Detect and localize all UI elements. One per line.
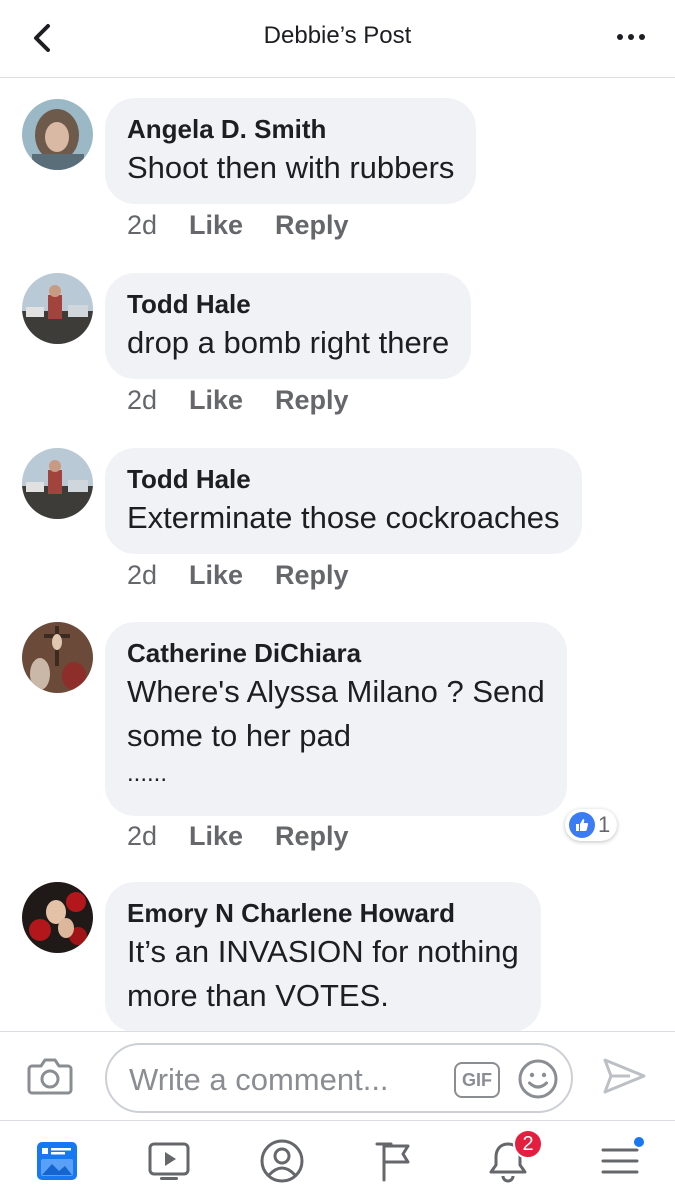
- more-options-button[interactable]: [611, 22, 651, 52]
- reaction-summary[interactable]: 1: [565, 809, 618, 841]
- comment-text-line: Where's Alyssa Milano ? Send: [127, 674, 545, 709]
- comment-time: 2d: [127, 560, 158, 590]
- bottom-tab-bar: 2: [0, 1120, 675, 1200]
- comment-text-line: It’s an INVASION for nothing: [127, 934, 519, 969]
- comment-bubble[interactable]: Todd Hale drop a bomb right there: [105, 273, 472, 379]
- comment-actions: 2d Like Reply: [127, 560, 349, 591]
- reaction-count: 1: [598, 812, 611, 837]
- comment-text-line: some to her pad: [127, 718, 352, 753]
- comment-text: Shoot then with rubbers: [127, 150, 455, 185]
- comment-bubble[interactable]: Emory N Charlene Howard It’s an INVASION…: [105, 882, 541, 1032]
- avatar[interactable]: [22, 273, 93, 344]
- tab-profile[interactable]: [256, 1135, 308, 1187]
- reply-button[interactable]: Reply: [275, 821, 349, 852]
- gif-button[interactable]: GIF: [454, 1062, 500, 1098]
- comment-text: Exterminate those cockroaches: [127, 500, 560, 535]
- comment-input[interactable]: Write a comment... GIF: [105, 1043, 573, 1113]
- comment-bubble[interactable]: Todd Hale Exterminate those cockroaches: [105, 448, 582, 554]
- camera-icon: [27, 1058, 73, 1095]
- tab-watch[interactable]: [143, 1135, 195, 1187]
- avatar[interactable]: [22, 448, 93, 519]
- tab-news-feed[interactable]: [31, 1135, 83, 1187]
- comment-time: 2d: [127, 210, 158, 240]
- avatar[interactable]: [22, 622, 93, 693]
- chevron-left-icon: [34, 24, 50, 52]
- comment-input-placeholder: Write a comment...: [129, 1062, 389, 1097]
- back-button[interactable]: [24, 18, 64, 58]
- comment-bubble[interactable]: Catherine DiChiara Where's Alyssa Milano…: [105, 622, 567, 816]
- comment-composer: Write a comment... GIF: [0, 1031, 675, 1120]
- profile-icon: [260, 1139, 304, 1183]
- comment-author[interactable]: Angela D. Smith: [127, 114, 454, 144]
- send-button[interactable]: [600, 1054, 648, 1098]
- comment-text-line: more than VOTES.: [127, 978, 389, 1013]
- reply-button[interactable]: Reply: [275, 560, 349, 591]
- like-button[interactable]: Like: [189, 210, 275, 241]
- watch-icon: [148, 1142, 190, 1180]
- page-title: Debbie’s Post: [263, 22, 412, 49]
- comment-text: drop a bomb right there: [127, 325, 450, 360]
- reply-button[interactable]: Reply: [275, 210, 349, 241]
- news-feed-icon: [37, 1142, 77, 1180]
- comment-author[interactable]: Catherine DiChiara: [127, 638, 545, 668]
- smiley-icon: [518, 1059, 558, 1099]
- comment-author[interactable]: Emory N Charlene Howard: [127, 898, 519, 928]
- avatar-photo: [22, 622, 93, 693]
- avatar-photo: [22, 882, 93, 953]
- notifications-badge: 2: [513, 1129, 543, 1159]
- comment-text-line: ......: [127, 760, 168, 787]
- comment-actions: 2d Like Reply: [127, 210, 349, 241]
- comment-actions: 2d Like Reply: [127, 821, 349, 852]
- thumbs-up-icon: [569, 812, 595, 838]
- avatar-photo: [22, 273, 93, 344]
- avatar[interactable]: [22, 99, 93, 170]
- comment-bubble[interactable]: Angela D. Smith Shoot then with rubbers: [105, 98, 477, 204]
- comment-actions: 2d Like Reply: [127, 385, 349, 416]
- emoji-button[interactable]: [517, 1058, 559, 1100]
- camera-button[interactable]: [26, 1054, 74, 1098]
- comment-author[interactable]: Todd Hale: [127, 464, 560, 494]
- avatar-photo: [22, 448, 93, 519]
- comment-author[interactable]: Todd Hale: [127, 289, 449, 319]
- like-button[interactable]: Like: [189, 821, 275, 852]
- post-header: Debbie’s Post: [0, 0, 675, 78]
- avatar[interactable]: [22, 882, 93, 953]
- send-icon: [603, 1058, 646, 1094]
- comment-time: 2d: [127, 385, 158, 415]
- tab-pages[interactable]: [369, 1135, 421, 1187]
- menu-indicator-dot: [632, 1135, 646, 1149]
- like-button[interactable]: Like: [189, 560, 275, 591]
- more-horizontal-icon: [617, 34, 623, 40]
- reply-button[interactable]: Reply: [275, 385, 349, 416]
- pages-flag-icon: [375, 1142, 410, 1182]
- like-button[interactable]: Like: [189, 385, 275, 416]
- avatar-photo: [22, 99, 93, 170]
- comment-time: 2d: [127, 821, 158, 851]
